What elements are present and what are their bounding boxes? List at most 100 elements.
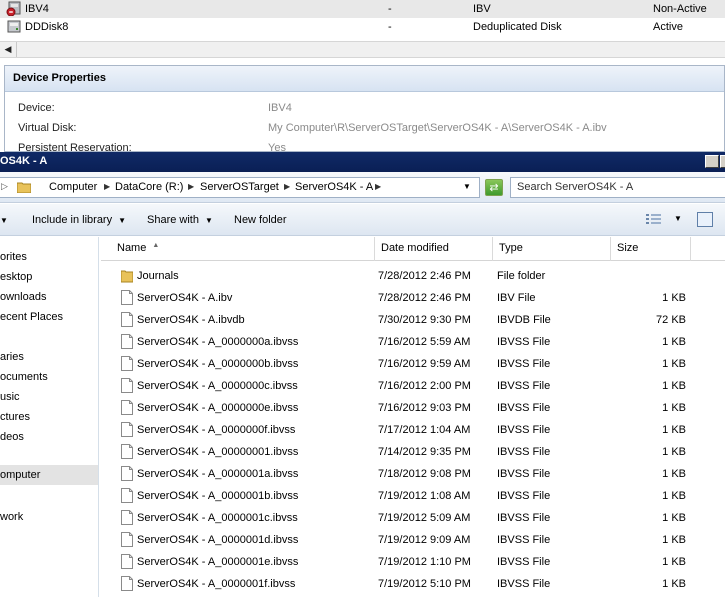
file-type: IBVSS File [497,556,551,568]
disk-row-ibv4[interactable]: IBV4 - IBV Non-Active [0,0,725,18]
window-title: OS4K - A [0,155,48,167]
organize-dropdown-icon[interactable]: ▼ [0,214,8,226]
file-icon [121,488,133,503]
file-icon [121,444,133,459]
change-view-icon[interactable] [646,213,662,226]
nav-item-recent-places[interactable]: ecent Places [0,307,98,327]
file-row[interactable]: ServerOS4K - A_0000001c.ibvss 7/19/2012 5… [101,507,725,529]
address-dropdown-icon[interactable]: ▼ [463,182,471,191]
nav-item-network[interactable]: work [0,507,98,527]
file-size: 1 KB [662,292,686,304]
file-list: Journals 7/28/2012 2:46 PM File folder Serv… [101,265,725,597]
file-row[interactable]: ServerOS4K - A_00000001.ibvss 7/14/2012 9… [101,441,725,463]
view-options-dropdown-icon[interactable]: ▼ [674,214,682,223]
file-name: ServerOS4K - A_0000001a.ibvss [137,468,299,480]
share-with-label: Share with [147,214,199,226]
file-row[interactable]: ServerOS4K - A_0000001b.ibvss 7/19/2012 1… [101,485,725,507]
file-row[interactable]: ServerOS4K - A_0000001f.ibvss 7/19/2012 5… [101,573,725,595]
new-folder-button[interactable]: New folder [234,214,287,226]
scroll-left-icon[interactable]: ◀ [0,42,17,57]
file-size: 72 KB [656,314,686,326]
address-bar[interactable]: ▷ Computer ▶ DataCore (R:) ▶ ServerOSTar… [0,177,480,198]
file-icon [121,400,133,415]
column-header-name[interactable]: Name ▲ [111,237,375,261]
breadcrumb-datacore[interactable]: DataCore (R:) [115,181,183,193]
nav-item-downloads[interactable]: ownloads [0,287,98,307]
device-properties-header: Device Properties [5,66,724,92]
file-icon [121,334,133,349]
file-size: 1 KB [662,534,686,546]
share-with-button[interactable]: Share with ▼ [147,214,213,226]
breadcrumb-separator-icon[interactable]: ▶ [104,182,110,191]
file-icon [121,510,133,525]
file-row[interactable]: ServerOS4K - A.ibvdb 7/30/2012 9:30 PM IBV… [101,309,725,331]
breadcrumb-serverostarget[interactable]: ServerOSTarget [200,181,279,193]
include-in-library-button[interactable]: Include in library ▼ [32,214,126,226]
device-properties-panel: Device Properties Device: IBV4 Virtual D… [4,65,725,154]
folder-row[interactable]: Journals 7/28/2012 2:46 PM File folder [101,265,725,287]
file-icon [121,378,133,393]
breadcrumb-serveros4k-a[interactable]: ServerOS4K - A [295,181,373,193]
file-type: File folder [497,270,546,282]
nav-item-libraries[interactable]: aries [0,347,98,367]
file-row[interactable]: ServerOS4K - A_0000000c.ibvss 7/16/2012 2… [101,375,725,397]
file-name: ServerOS4K - A_0000001e.ibvss [137,556,299,568]
navigation-pane: orites esktop ownloads ecent Places arie… [0,237,99,597]
file-row[interactable]: ServerOS4K - A.ibv 7/28/2012 2:46 PM IBV F… [101,287,725,309]
file-name: ServerOS4K - A_0000000c.ibvss [137,380,298,392]
file-date-modified: 7/28/2012 2:46 PM [378,292,471,304]
file-size: 1 KB [662,556,686,568]
file-row[interactable]: ServerOS4K - A_0000000e.ibvss 7/16/2012 9… [101,397,725,419]
nav-item-pictures[interactable]: ctures [0,407,98,427]
file-row[interactable]: ServerOS4K - A_0000000f.ibvss 7/17/2012 1… [101,419,725,441]
nav-item-favorites[interactable]: orites [0,247,98,267]
property-key: Device: [18,102,55,114]
file-row[interactable]: ServerOS4K - A_0000000a.ibvss 7/16/2012 5… [101,331,725,353]
search-input[interactable]: Search ServerOS4K - A [510,177,725,198]
nav-item-documents[interactable]: ocuments [0,367,98,387]
column-header-row: Name ▲ Date modified Type Size [101,237,725,261]
maximize-button[interactable] [720,155,725,168]
file-date-modified: 7/19/2012 1:10 PM [378,556,471,568]
breadcrumb-separator-icon[interactable]: ▶ [188,182,194,191]
file-name: ServerOS4K - A_0000001b.ibvss [137,490,299,502]
file-date-modified: 7/19/2012 1:08 AM [378,490,471,502]
file-name: ServerOS4K - A_00000001.ibvss [137,446,299,458]
file-size: 1 KB [662,402,686,414]
file-size: 1 KB [662,424,686,436]
history-dropdown-icon[interactable]: ▷ [1,181,8,192]
explorer-title-bar[interactable]: OS4K - A [0,152,725,172]
column-header-date[interactable]: Date modified [375,237,493,261]
file-date-modified: 7/16/2012 2:00 PM [378,380,471,392]
breadcrumb-computer[interactable]: Computer [49,181,97,193]
minimize-button[interactable] [705,155,719,168]
file-name: ServerOS4K - A.ibv [137,292,233,304]
file-row[interactable]: ServerOS4K - A_0000001d.ibvss 7/19/2012 9… [101,529,725,551]
file-row[interactable]: ServerOS4K - A_0000001e.ibvss 7/19/2012 1… [101,551,725,573]
horizontal-scrollbar[interactable]: ◀ [0,41,725,58]
disk-type: Deduplicated Disk [473,21,562,33]
file-row[interactable]: ServerOS4K - A_0000001a.ibvss 7/18/2012 9… [101,463,725,485]
file-date-modified: 7/28/2012 2:46 PM [378,270,471,282]
nav-item-music[interactable]: usic [0,387,98,407]
file-row[interactable]: ServerOS4K - A_0000000b.ibvss 7/16/2012 9… [101,353,725,375]
column-header-size[interactable]: Size [611,237,691,261]
file-type: IBVSS File [497,358,551,370]
nav-item-computer[interactable]: omputer [0,465,98,485]
file-icon [121,290,133,305]
chevron-down-icon: ▼ [204,216,213,225]
refresh-button[interactable]: ⇄ [485,179,503,196]
disk-status: Non-Active [653,3,707,15]
file-type: IBVSS File [497,336,551,348]
nav-item-videos[interactable]: deos [0,427,98,447]
disk-row-dddisk8[interactable]: DDDisk8 - Deduplicated Disk Active [0,18,725,36]
file-size: 1 KB [662,446,686,458]
preview-pane-icon[interactable] [697,212,713,227]
chevron-down-icon: ▼ [118,216,127,225]
nav-item-desktop[interactable]: esktop [0,267,98,287]
breadcrumb-separator-icon[interactable]: ▶ [284,182,290,191]
column-header-type[interactable]: Type [493,237,611,261]
file-name: Journals [137,270,179,282]
file-name: ServerOS4K - A_0000000a.ibvss [137,336,299,348]
breadcrumb-separator-icon[interactable]: ▶ [375,182,381,191]
